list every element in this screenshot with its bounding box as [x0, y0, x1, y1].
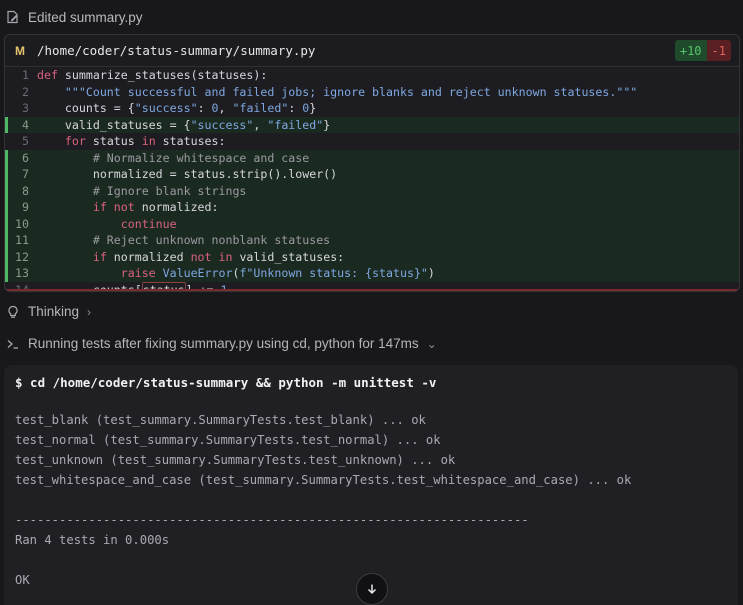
edit-summary-header[interactable]: Edited summary.py — [6, 8, 143, 26]
thinking-label: Thinking — [28, 304, 80, 319]
chevron-right-icon: › — [87, 304, 92, 319]
code-line-added: 7 normalized = status.strip().lower() — [5, 166, 739, 183]
deletions-count: -1 — [706, 40, 731, 61]
output-line: test_blank (test_summary.SummaryTests.te… — [15, 413, 426, 427]
diffstat: +10 -1 — [674, 40, 731, 61]
terminal-output-lines: test_blank (test_summary.SummaryTests.te… — [15, 410, 631, 590]
diff-editor: M /home/coder/status-summary/summary.py … — [4, 34, 740, 292]
edit-summary-label: Edited summary.py — [28, 9, 143, 25]
lightbulb-icon — [8, 305, 18, 318]
code-line: 1 def summarize_statuses(statuses): — [22, 68, 268, 82]
edit-file-icon — [7, 10, 18, 24]
modified-badge: M — [15, 43, 25, 58]
diff-file-bar: M /home/coder/status-summary/summary.py … — [5, 35, 739, 67]
output-line: test_normal (test_summary.SummaryTests.t… — [15, 433, 441, 447]
code-line-added: 4 valid_statuses = {"success", "failed"} — [5, 116, 739, 133]
code-line: 3 counts = {"success": 0, "failed": 0} — [22, 101, 317, 115]
terminal-output[interactable]: $ cd /home/coder/status-summary && pytho… — [4, 365, 738, 605]
code-line-added: 11 # Reject unknown nonblank statuses — [5, 232, 739, 249]
code-line-added: 6 # Normalize whitespace and case — [5, 149, 739, 166]
run-tests-row[interactable]: Running tests after fixing summary.py us… — [6, 336, 437, 351]
chevron-down-icon: ⌄ — [426, 336, 437, 351]
code-line: 2 """Count successful and failed jobs; i… — [22, 84, 638, 99]
output-line: OK — [15, 573, 30, 587]
arrow-down-icon — [367, 584, 377, 595]
file-path[interactable]: /home/coder/status-summary/summary.py — [37, 43, 315, 58]
removed-line-marker — [5, 289, 739, 291]
output-line: Ran 4 tests in 0.000s — [15, 533, 170, 547]
code-line-added: 10 continue — [5, 215, 739, 232]
code-line: 5 for status in statuses: — [22, 134, 226, 148]
terminal-command: $ cd /home/coder/status-summary && pytho… — [15, 375, 437, 390]
code-view[interactable]: 1 def summarize_statuses(statuses): 2 """… — [5, 67, 739, 291]
run-tests-label: Running tests after fixing summary.py us… — [28, 336, 419, 351]
terminal-prompt-icon — [7, 339, 18, 349]
code-line-added: 8 # Ignore blank strings — [5, 182, 739, 199]
output-line: ----------------------------------------… — [15, 513, 529, 527]
output-line: test_whitespace_and_case (test_summary.S… — [15, 473, 632, 487]
code-line-added: 12 if normalized not in valid_statuses: — [5, 248, 739, 265]
thinking-row[interactable]: Thinking › — [6, 304, 91, 319]
scroll-down-button[interactable] — [356, 573, 388, 605]
code-line-added: 9 if not normalized: — [5, 199, 739, 216]
output-line: test_unknown (test_summary.SummaryTests.… — [15, 453, 456, 467]
additions-count: +10 — [674, 40, 707, 61]
code-line-added: 13 raise ValueError(f"Unknown status: {s… — [5, 265, 739, 282]
